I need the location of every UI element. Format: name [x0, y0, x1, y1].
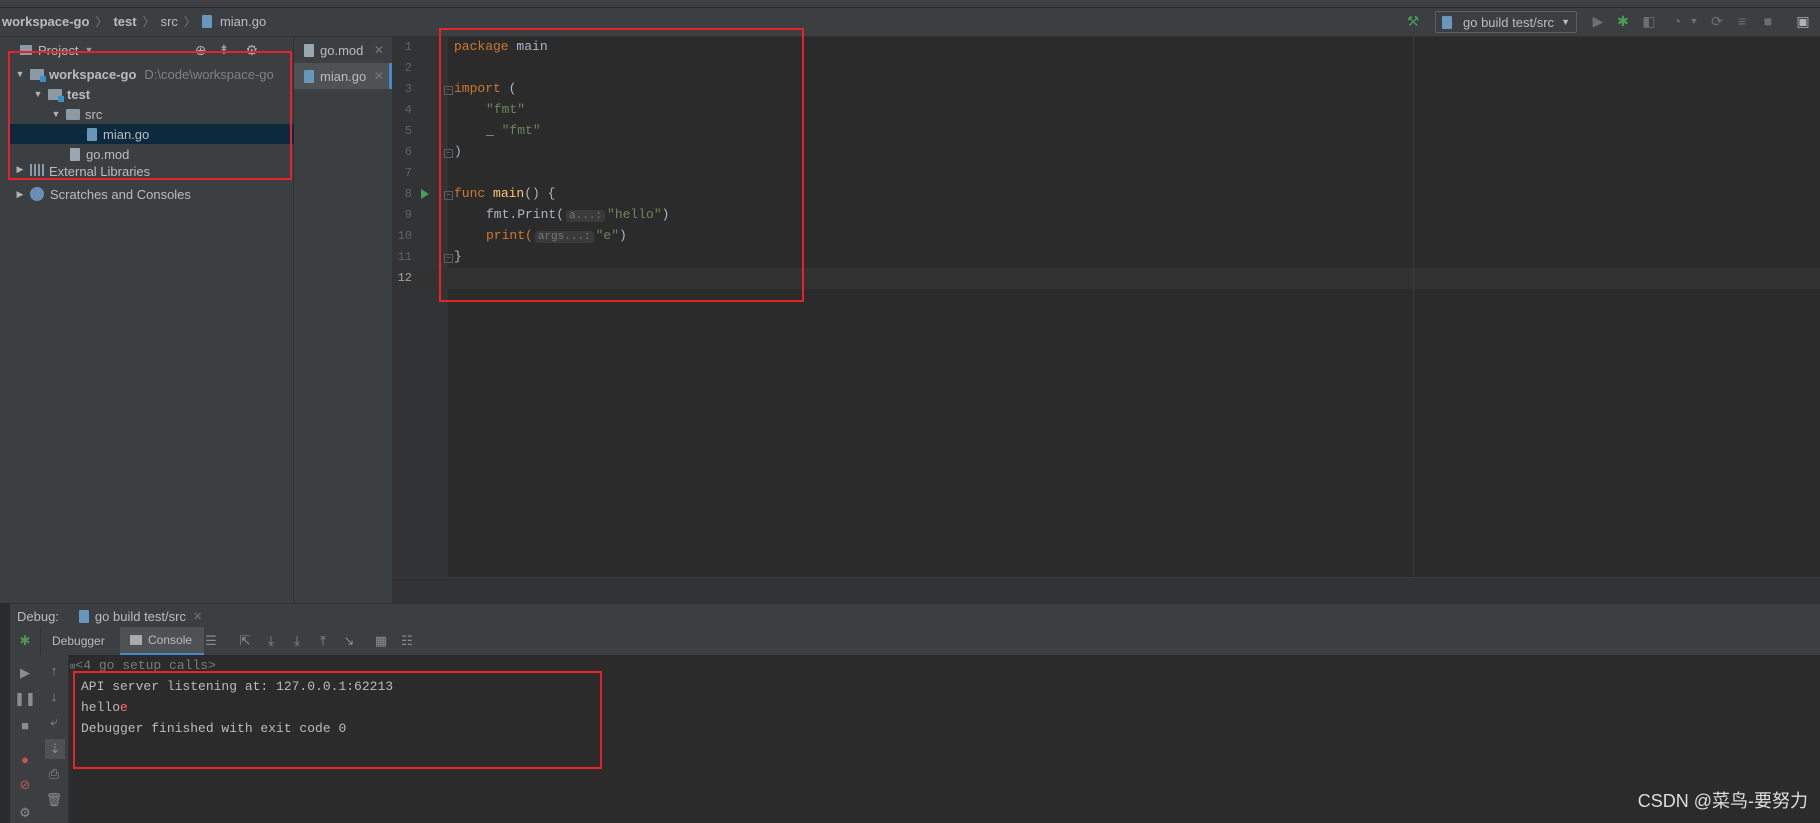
line-number: 3	[404, 82, 412, 96]
up-arrow-icon[interactable]: ↑	[47, 663, 61, 678]
view-breakpoints-icon[interactable]: ●	[18, 752, 32, 767]
annotation-box-project	[8, 51, 292, 180]
go-file-icon	[78, 609, 89, 623]
project-structure-icon[interactable]: ▣	[1795, 13, 1811, 29]
show-execution-point-icon[interactable]: ⇱	[238, 633, 252, 648]
go-file-icon	[1442, 15, 1452, 29]
watermark: CSDN @菜鸟-要努力	[1637, 791, 1808, 811]
step-over-icon[interactable]: ⤓	[264, 633, 278, 648]
tree-item-label: Scratches and Consoles	[50, 186, 191, 202]
chevron-right-icon: 〉	[183, 14, 196, 29]
line-number: 4	[404, 103, 412, 117]
profile-icon[interactable]: ◔	[1669, 13, 1685, 29]
line-number: 8	[404, 187, 412, 201]
menu-strip	[0, 0, 1820, 8]
stop-icon[interactable]: ■	[18, 718, 32, 733]
breadcrumb-item-workspace[interactable]: workspace-go	[2, 14, 89, 29]
step-into-icon[interactable]: ⤓	[290, 633, 304, 648]
chevron-right-icon: 〉	[95, 14, 108, 29]
tab-console[interactable]: Console	[120, 627, 204, 655]
annotation-box-code	[439, 28, 804, 302]
editor-bottom-bar	[392, 577, 1820, 604]
line-number: 9	[404, 208, 412, 222]
close-icon[interactable]: ✕	[374, 69, 384, 83]
pause-icon[interactable]: ❚❚	[14, 691, 36, 706]
chevron-down-icon[interactable]: ▼	[1686, 13, 1702, 29]
chevron-down-icon: ▼	[1561, 17, 1570, 27]
rerun-icon[interactable]: ≡	[1734, 13, 1750, 29]
stop-icon[interactable]: ■	[1760, 13, 1776, 29]
debug-icon[interactable]: ✱	[1615, 13, 1631, 29]
evaluate-icon[interactable]: ▦	[374, 633, 388, 648]
scratches-icon	[30, 187, 44, 201]
step-out-icon[interactable]: ⤒	[316, 633, 330, 648]
annotation-box-console	[73, 671, 602, 769]
chevron-right-icon: 〉	[142, 14, 155, 29]
breadcrumb-item-src[interactable]: src	[161, 14, 178, 29]
print-icon[interactable]: ⎙	[47, 766, 61, 781]
scroll-to-end-icon[interactable]: ⇣	[45, 739, 65, 759]
debug-icon[interactable]: ✱	[18, 633, 32, 648]
run-gutter-icon[interactable]	[421, 189, 429, 199]
line-number: 5	[404, 124, 412, 138]
coverage-icon[interactable]: ◧	[1641, 13, 1657, 29]
mute-breakpoints-icon[interactable]: ⊘	[18, 777, 32, 792]
breadcrumb-item-file[interactable]: mian.go	[220, 14, 266, 29]
run-configuration-select[interactable]: go build test/src ▼	[1435, 11, 1577, 33]
debug-session-tab[interactable]: go build test/src	[95, 609, 186, 624]
expand-arrow-icon: ▶	[16, 188, 24, 199]
right-margin-guide	[1413, 37, 1414, 577]
line-number: 12	[397, 271, 412, 285]
go-file-icon	[201, 14, 212, 28]
breadcrumb: workspace-go 〉 test 〉 src 〉 mian.go	[2, 12, 266, 30]
list-icon[interactable]: ☰	[204, 633, 218, 648]
trace-icon[interactable]: ☷	[400, 633, 414, 648]
trash-icon[interactable]: 🗑	[46, 792, 63, 807]
file-icon	[304, 43, 314, 57]
down-arrow-icon[interactable]: ↓	[47, 689, 61, 704]
soft-wrap-icon[interactable]: ⤶	[47, 714, 61, 729]
run-icon[interactable]: ▶	[1590, 13, 1606, 29]
breadcrumb-item-test[interactable]: test	[113, 14, 136, 29]
debug-header: Debug: go build test/src ✕	[10, 603, 1820, 628]
tab-label: go.mod	[320, 42, 364, 58]
tree-item-scratches[interactable]: ▶ Scratches and Consoles	[10, 184, 297, 204]
go-file-icon	[304, 69, 314, 83]
build-hammer-icon[interactable]: ⚒	[1405, 13, 1421, 29]
run-configuration-label: go build test/src	[1463, 14, 1555, 30]
close-icon[interactable]: ✕	[374, 43, 384, 57]
gear-icon[interactable]: ⚙	[18, 805, 32, 820]
tab-go-mod[interactable]: go.mod ✕	[294, 37, 392, 63]
line-number: 6	[404, 145, 412, 159]
resume-icon[interactable]: ▶	[18, 665, 32, 680]
editor-tabs-column	[294, 37, 393, 603]
attach-icon[interactable]: ⟳	[1709, 13, 1725, 29]
line-number: 2	[404, 61, 412, 75]
debug-tabs-bar	[10, 627, 1820, 656]
tab-mian-go[interactable]: mian.go ✕	[294, 63, 392, 89]
line-number: 1	[404, 40, 412, 54]
line-number: 10	[397, 229, 412, 243]
run-to-cursor-icon[interactable]: ↘	[342, 633, 356, 648]
tab-label: Console	[148, 633, 193, 647]
tab-debugger[interactable]: Debugger	[52, 634, 105, 648]
line-number: 11	[397, 250, 412, 264]
debug-label: Debug:	[17, 608, 59, 624]
close-icon[interactable]: ✕	[193, 610, 202, 623]
console-icon	[130, 635, 142, 645]
tab-label: mian.go	[320, 68, 367, 84]
line-number: 7	[404, 166, 412, 180]
